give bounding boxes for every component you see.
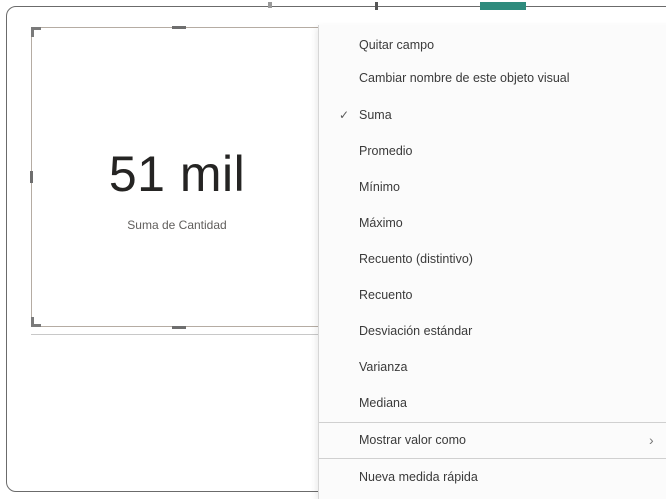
menu-item-new-quick-measure[interactable]: Nueva medida rápida (319, 462, 666, 492)
menu-item-std-deviation[interactable]: Desviación estándar (319, 316, 666, 346)
menu-item-label: Mostrar valor como (359, 433, 466, 447)
toolbar-selected-tab[interactable] (480, 2, 526, 10)
menu-item-rename-visual[interactable]: Cambiar nombre de este objeto visual (319, 63, 666, 93)
menu-item-remove-field[interactable]: Quitar campo (319, 30, 666, 60)
menu-item-label: Desviación estándar (359, 324, 473, 338)
resize-corner-bottom-left[interactable] (31, 317, 41, 327)
menu-item-label: Nueva medida rápida (359, 470, 478, 484)
menu-item-label: Cambiar nombre de este objeto visual (359, 71, 570, 85)
top-toolbar-strip (0, 0, 666, 10)
menu-item-label: Máximo (359, 216, 403, 230)
card-caption: Suma de Cantidad (127, 218, 227, 232)
menu-item-label: Recuento (distintivo) (359, 252, 473, 266)
menu-item-sum[interactable]: ✓ Suma (319, 100, 666, 130)
menu-item-maximum[interactable]: Máximo (319, 208, 666, 238)
menu-item-show-value-as[interactable]: Mostrar valor como › (319, 425, 666, 455)
menu-item-variance[interactable]: Varianza (319, 352, 666, 382)
menu-item-count[interactable]: Recuento (319, 280, 666, 310)
resize-corner-top-left[interactable] (31, 27, 41, 37)
menu-item-label: Recuento (359, 288, 413, 302)
menu-item-minimum[interactable]: Mínimo (319, 172, 666, 202)
card-value: 51 mil (108, 146, 246, 202)
checkmark-icon: ✓ (338, 108, 350, 122)
card-visual[interactable]: 51 mil Suma de Cantidad (30, 26, 321, 329)
menu-item-label: Varianza (359, 360, 408, 374)
menu-item-average[interactable]: Promedio (319, 136, 666, 166)
menu-item-label: Quitar campo (359, 38, 435, 52)
menu-divider (319, 458, 666, 459)
toolbar-handle-icon (268, 2, 272, 8)
menu-item-label: Mínimo (359, 180, 400, 194)
chevron-right-icon: › (649, 432, 654, 448)
menu-item-label: Suma (359, 108, 392, 122)
menu-item-count-distinct[interactable]: Recuento (distintivo) (319, 244, 666, 274)
menu-item-label: Promedio (359, 144, 413, 158)
resize-handle-bottom[interactable] (172, 326, 186, 329)
menu-divider (319, 422, 666, 423)
menu-item-label: Mediana (359, 396, 407, 410)
canvas-divider (31, 334, 321, 335)
toolbar-icon (575, 0, 615, 10)
resize-handle-top[interactable] (172, 26, 186, 29)
toolbar-divider-icon (375, 2, 378, 10)
context-menu: Quitar campo Cambiar nombre de este obje… (318, 25, 666, 499)
menu-item-median[interactable]: Mediana (319, 388, 666, 418)
